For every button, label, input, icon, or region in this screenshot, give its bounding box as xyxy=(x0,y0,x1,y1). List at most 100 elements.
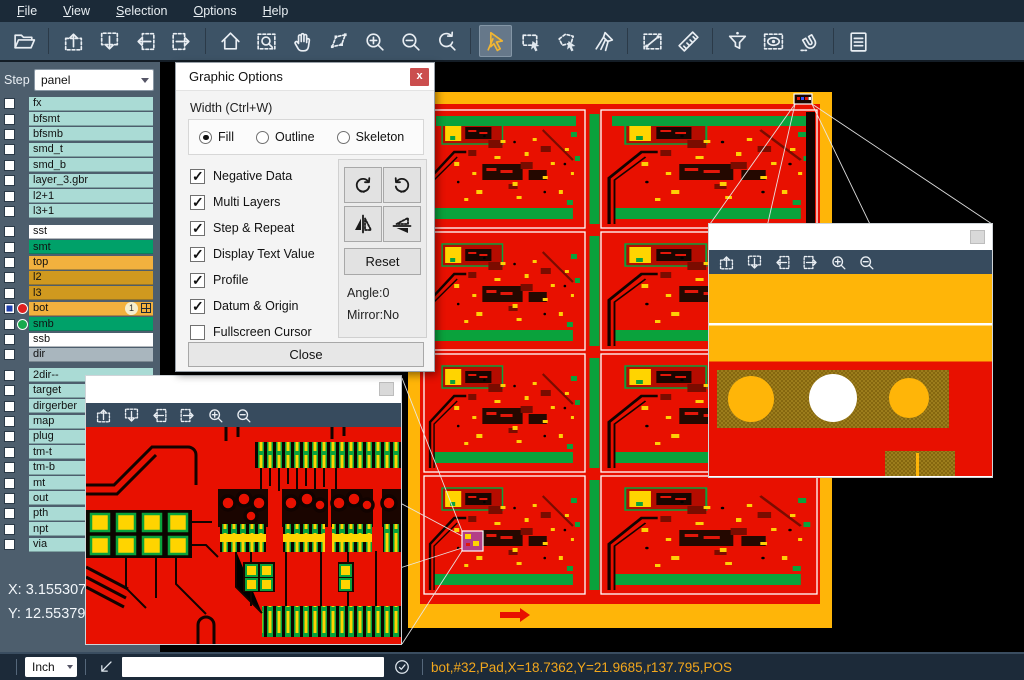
layer-visibility-checkbox[interactable] xyxy=(4,493,15,504)
magnifier-tool-move-left[interactable] xyxy=(150,406,169,425)
layer-visibility-checkbox[interactable] xyxy=(4,508,15,519)
layer-row-bfsmt[interactable]: bfsmt xyxy=(0,111,160,126)
close-icon[interactable]: x xyxy=(410,68,429,86)
layer-row-smd_t[interactable]: smd_t xyxy=(0,142,160,157)
layer-visibility-checkbox[interactable] xyxy=(4,447,15,458)
layer-name[interactable]: fx xyxy=(29,97,153,111)
tool-poly-select[interactable] xyxy=(551,25,584,57)
magnifier-tool-move-right[interactable] xyxy=(801,253,820,272)
layer-visibility-checkbox[interactable] xyxy=(4,524,15,535)
checkbox-icon[interactable] xyxy=(190,247,205,262)
layer-visibility-checkbox[interactable] xyxy=(4,349,15,360)
layer-visibility-checkbox[interactable] xyxy=(4,98,15,109)
layer-row-smd_b[interactable]: smd_b xyxy=(0,158,160,173)
magnifier-tool-move-up[interactable] xyxy=(94,406,113,425)
flip-horizontal-button[interactable] xyxy=(344,206,382,242)
layer-name[interactable]: l2 xyxy=(29,271,153,285)
layer-row-sst[interactable]: sst xyxy=(0,224,160,239)
command-input[interactable] xyxy=(122,657,384,677)
corner-arrow-icon[interactable] xyxy=(96,657,116,677)
menu-item-file[interactable]: File xyxy=(6,2,48,20)
layer-row-smt[interactable]: smt xyxy=(0,240,160,255)
layer-visibility-checkbox[interactable] xyxy=(4,242,15,253)
magnifier-right-content[interactable] xyxy=(709,274,992,476)
checkbox-display-text-value[interactable]: Display Text Value xyxy=(190,241,315,267)
checkbox-icon[interactable] xyxy=(190,325,205,340)
layer-visibility-checkbox[interactable] xyxy=(4,114,15,125)
magnifier-tool-zoom-out[interactable] xyxy=(857,253,876,272)
layer-name[interactable]: layer_3.gbr xyxy=(29,174,153,188)
rotate-ccw-button[interactable] xyxy=(383,167,421,203)
magnifier-tool-zoom-out[interactable] xyxy=(234,406,253,425)
layer-name[interactable]: dir xyxy=(29,348,153,362)
menu-item-help[interactable]: Help xyxy=(252,2,300,20)
layer-visibility-checkbox[interactable] xyxy=(4,206,15,217)
window-button[interactable] xyxy=(970,230,985,244)
layer-name[interactable]: bfsmt xyxy=(29,112,153,126)
magnifier-tool-move-down[interactable] xyxy=(745,253,764,272)
flip-vertical-button[interactable] xyxy=(383,206,421,242)
layer-visibility-checkbox[interactable] xyxy=(4,129,15,140)
layer-visibility-checkbox[interactable] xyxy=(4,431,15,442)
layer-visibility-checkbox[interactable] xyxy=(4,401,15,412)
checkbox-icon[interactable] xyxy=(190,221,205,236)
layer-name[interactable]: ssb xyxy=(29,333,153,347)
tool-select-cursor[interactable] xyxy=(479,25,512,57)
magnifier-left-content[interactable] xyxy=(86,427,401,644)
checkbox-negative-data[interactable]: Negative Data xyxy=(190,163,315,189)
layer-row-smb[interactable]: smb xyxy=(0,316,160,331)
magnifier-tool-move-left[interactable] xyxy=(773,253,792,272)
tool-home[interactable] xyxy=(214,25,247,57)
layer-row-ssb[interactable]: ssb xyxy=(0,332,160,347)
layer-name[interactable]: l3+1 xyxy=(29,204,153,218)
layer-row-l2[interactable]: l2 xyxy=(0,270,160,285)
tool-vector-select[interactable] xyxy=(322,25,355,57)
tool-ruler[interactable] xyxy=(672,25,705,57)
tool-zoom-in[interactable] xyxy=(358,25,391,57)
layer-name[interactable]: bot1 xyxy=(29,302,153,316)
layer-visibility-checkbox[interactable] xyxy=(4,226,15,237)
magnifier-right-titlebar[interactable] xyxy=(709,224,992,250)
layer-name[interactable]: smb xyxy=(29,317,153,331)
checkbox-icon[interactable] xyxy=(190,169,205,184)
step-repeat-grid-icon[interactable] xyxy=(141,303,151,313)
layer-visibility-checkbox[interactable] xyxy=(4,319,15,330)
tool-move-up[interactable] xyxy=(57,25,90,57)
magnifier-tool-move-up[interactable] xyxy=(717,253,736,272)
magnifier-window-left[interactable] xyxy=(85,375,402,645)
tool-move-right[interactable] xyxy=(165,25,198,57)
layer-row-fx[interactable]: fx xyxy=(0,96,160,111)
radio-skeleton[interactable]: Skeleton xyxy=(337,130,405,144)
tool-zoom-out[interactable] xyxy=(394,25,427,57)
tool-folder-open[interactable] xyxy=(8,25,41,57)
magnifier-left-titlebar[interactable] xyxy=(86,376,401,403)
rotate-cw-button[interactable] xyxy=(344,167,382,203)
layer-visibility-checkbox[interactable] xyxy=(4,272,15,283)
layer-row-top[interactable]: top xyxy=(0,255,160,270)
layer-visibility-checkbox[interactable] xyxy=(4,160,15,171)
tool-snap-magnet[interactable] xyxy=(793,25,826,57)
layer-row-bot[interactable]: bot1 xyxy=(0,301,160,316)
tool-pan-hand[interactable] xyxy=(286,25,319,57)
layer-row-dir[interactable]: dir xyxy=(0,347,160,362)
layer-visibility-checkbox[interactable] xyxy=(4,478,15,489)
window-button[interactable] xyxy=(379,382,394,396)
layer-visibility-checkbox[interactable] xyxy=(4,370,15,381)
layer-name[interactable]: l2+1 xyxy=(29,189,153,203)
checkbox-profile[interactable]: Profile xyxy=(190,267,315,293)
tool-clean-brush[interactable] xyxy=(587,25,620,57)
radio-fill[interactable]: Fill xyxy=(199,130,234,144)
sync-icon[interactable] xyxy=(392,657,412,677)
layer-visibility-checkbox[interactable] xyxy=(4,257,15,268)
layer-visibility-checkbox[interactable] xyxy=(4,303,15,314)
layer-name[interactable]: bfsmb xyxy=(29,127,153,141)
menu-item-options[interactable]: Options xyxy=(182,2,247,20)
checkbox-datum-origin[interactable]: Datum & Origin xyxy=(190,293,315,319)
layer-name[interactable]: smd_t xyxy=(29,143,153,157)
layer-name[interactable]: smd_b xyxy=(29,158,153,172)
tool-zoom-reset[interactable] xyxy=(430,25,463,57)
layer-name[interactable]: sst xyxy=(29,225,153,239)
layer-name[interactable]: smt xyxy=(29,240,153,254)
layer-name[interactable]: top xyxy=(29,256,153,270)
tool-layers-form[interactable] xyxy=(842,25,875,57)
